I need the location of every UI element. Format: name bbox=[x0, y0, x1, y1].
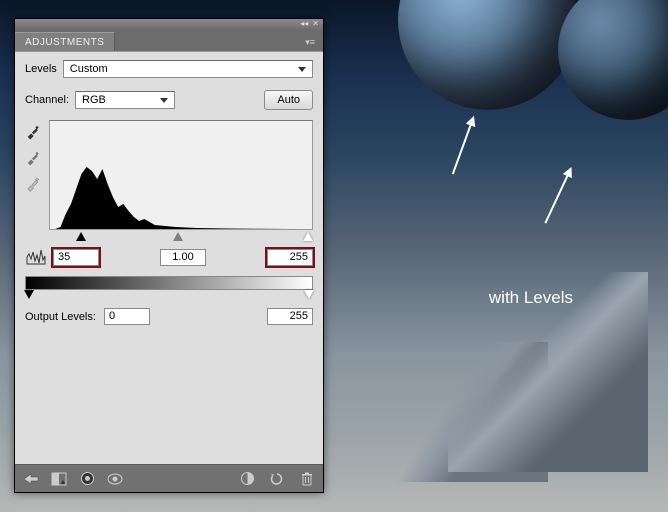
output-highlight-field[interactable]: 255 bbox=[267, 308, 313, 325]
eyedropper-black-icon[interactable] bbox=[25, 124, 43, 142]
trash-icon[interactable] bbox=[297, 470, 317, 488]
clip-to-layer-icon[interactable] bbox=[237, 470, 257, 488]
input-shadow-field[interactable]: 35 bbox=[53, 249, 99, 266]
channel-dropdown[interactable]: RGB bbox=[75, 91, 175, 109]
input-values-row: 35 1.00 255 bbox=[25, 248, 313, 266]
eyedropper-gray-icon[interactable] bbox=[25, 150, 43, 168]
input-mid-slider[interactable] bbox=[173, 232, 183, 241]
input-highlight-field[interactable]: 255 bbox=[267, 249, 313, 266]
panel-body: Levels Custom Channel: RGB Auto bbox=[15, 51, 323, 465]
preset-dropdown[interactable]: Custom bbox=[63, 60, 313, 78]
input-slider-track[interactable] bbox=[53, 232, 313, 242]
toggle-visibility-icon[interactable] bbox=[105, 470, 125, 488]
background-mountains bbox=[288, 252, 668, 512]
panel-topbar: ◂◂ ✕ bbox=[15, 19, 323, 29]
reset-icon[interactable] bbox=[267, 470, 287, 488]
panel-footer bbox=[15, 464, 323, 492]
new-adjustment-icon[interactable] bbox=[49, 470, 69, 488]
collapse-icon[interactable]: ◂◂ bbox=[300, 20, 308, 28]
background-planet-small bbox=[558, 0, 668, 120]
annotation-arrow-1 bbox=[452, 117, 474, 174]
preset-value: Custom bbox=[70, 63, 108, 75]
output-highlight-slider[interactable] bbox=[304, 290, 314, 299]
tab-adjustments[interactable]: ADJUSTMENTS bbox=[15, 32, 115, 51]
input-shadow-slider[interactable] bbox=[76, 232, 86, 241]
output-gradient[interactable] bbox=[25, 276, 313, 290]
histogram-area bbox=[25, 120, 313, 230]
eyedroppers bbox=[25, 120, 43, 230]
channel-value: RGB bbox=[82, 94, 106, 106]
view-previous-icon[interactable] bbox=[77, 470, 97, 488]
auto-button[interactable]: Auto bbox=[264, 90, 313, 110]
annotation-arrow-2 bbox=[544, 168, 571, 223]
channel-row: Channel: RGB Auto bbox=[25, 90, 313, 110]
close-icon[interactable]: ✕ bbox=[312, 20, 319, 28]
eyedropper-white-icon[interactable] bbox=[25, 176, 43, 194]
output-shadow-field[interactable]: 0 bbox=[104, 308, 150, 325]
background-planet-large bbox=[398, 0, 578, 110]
levels-label: Levels bbox=[25, 63, 57, 75]
preset-row: Levels Custom bbox=[25, 60, 313, 78]
panel-tabs: ADJUSTMENTS ▾≡ bbox=[15, 29, 323, 51]
back-icon[interactable] bbox=[21, 470, 41, 488]
channel-label: Channel: bbox=[25, 94, 69, 106]
output-label: Output Levels: bbox=[25, 311, 96, 323]
adjustments-panel: ◂◂ ✕ ADJUSTMENTS ▾≡ Levels Custom Channe… bbox=[14, 18, 324, 493]
output-shadow-slider[interactable] bbox=[24, 290, 34, 299]
panel-menu-icon[interactable]: ▾≡ bbox=[297, 34, 323, 51]
output-row: Output Levels: 0 255 bbox=[25, 308, 313, 325]
clip-histogram-icon[interactable] bbox=[25, 248, 47, 266]
annotation-text: with Levels bbox=[489, 288, 573, 308]
histogram[interactable] bbox=[49, 120, 313, 230]
input-mid-field[interactable]: 1.00 bbox=[160, 249, 206, 266]
input-highlight-slider[interactable] bbox=[303, 232, 313, 241]
